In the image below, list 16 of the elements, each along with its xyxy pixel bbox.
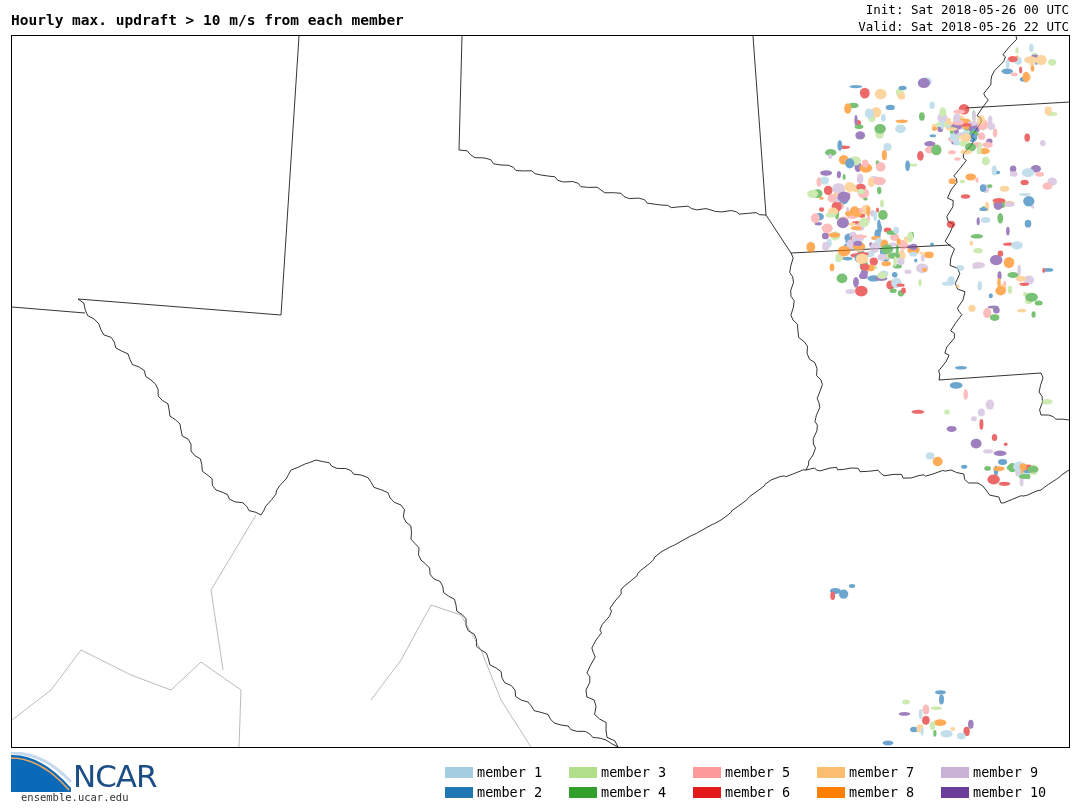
legend-label: member 1 xyxy=(477,762,543,782)
legend-label: member 8 xyxy=(849,782,915,802)
legend-label: member 2 xyxy=(477,782,543,802)
logo-wordmark: NCAR xyxy=(73,761,157,792)
legend-label: member 4 xyxy=(601,782,667,802)
legend-label: member 9 xyxy=(973,762,1039,782)
legend-label: member 10 xyxy=(973,782,1047,802)
legend-label: member 5 xyxy=(725,762,791,782)
swoosh-logo-icon xyxy=(11,752,73,792)
legend-label: member 6 xyxy=(725,782,791,802)
chart-title: Hourly max. updraft > 10 m/s from each member xyxy=(11,11,404,30)
init-time: Init: Sat 2018-05-26 00 UTC xyxy=(865,2,1069,17)
valid-time: Valid: Sat 2018-05-26 22 UTC xyxy=(858,19,1069,34)
legend-label: member 3 xyxy=(601,762,667,782)
legend-label: member 7 xyxy=(849,762,915,782)
site-url: ensemble.ucar.edu xyxy=(21,792,130,803)
